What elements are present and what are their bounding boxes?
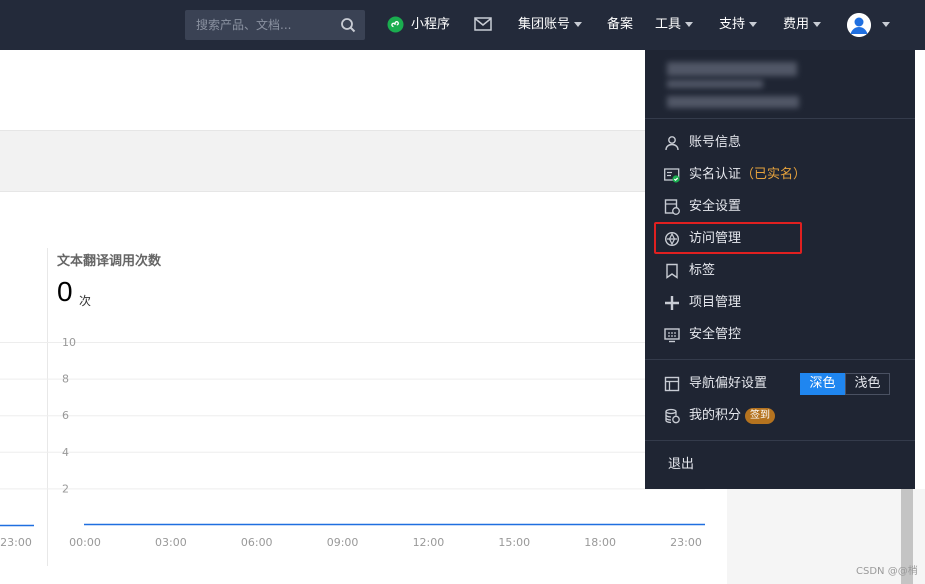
x-tick-label: 18:00 bbox=[584, 536, 616, 549]
x-tick-label: 06:00 bbox=[241, 536, 273, 549]
y-tick-label: 10 bbox=[62, 336, 76, 349]
y-tick-label: 6 bbox=[62, 409, 69, 422]
menu-item-security-settings[interactable]: 安全设置 bbox=[645, 191, 915, 223]
menu-divider bbox=[645, 118, 915, 119]
x-tick-label: 03:00 bbox=[155, 536, 187, 549]
logout-button[interactable]: 退出 bbox=[668, 449, 694, 481]
chart-total-value: 0 bbox=[57, 276, 73, 307]
tools-menu[interactable]: 工具 bbox=[655, 0, 694, 50]
y-tick-label: 8 bbox=[62, 373, 69, 386]
chevron-down-icon[interactable] bbox=[882, 22, 890, 27]
left-chart-x-tick-label: 23:00 bbox=[0, 536, 32, 549]
menu-item-label-group: 实名认证（已实名） bbox=[689, 159, 806, 191]
user-dropdown-menu: 账号信息 实名认证（已实名） 安全设置 访问管理 标签 项目管理 安全管控 导航… bbox=[645, 50, 915, 489]
menu-item-account-info[interactable]: 账号信息 bbox=[645, 127, 915, 159]
mail-icon[interactable] bbox=[474, 17, 492, 31]
menu-item-tags[interactable]: 标签 bbox=[645, 255, 915, 287]
billing-label: 费用 bbox=[783, 17, 810, 32]
id-card-verified-icon bbox=[664, 168, 680, 183]
menu-item-label: 账号信息 bbox=[689, 135, 742, 150]
menu-item-real-name[interactable]: 实名认证（已实名） bbox=[645, 159, 915, 191]
x-tick-label: 12:00 bbox=[413, 536, 445, 549]
menu-item-label: 我的积分 bbox=[689, 408, 742, 423]
menu-item-label: 实名认证 bbox=[689, 167, 742, 182]
menu-item-label: 安全设置 bbox=[689, 199, 742, 214]
verified-tag: （已实名） bbox=[741, 167, 807, 182]
y-tick-label: 4 bbox=[62, 446, 69, 459]
filing-link[interactable]: 备案 bbox=[607, 0, 633, 50]
menu-divider bbox=[645, 440, 915, 441]
group-account-menu[interactable]: 集团账号 bbox=[518, 0, 583, 50]
search-input[interactable] bbox=[185, 10, 335, 40]
support-menu[interactable]: 支持 bbox=[719, 0, 758, 50]
blurred-account-name bbox=[667, 62, 797, 76]
top-navigation-bar: 小程序 集团账号 备案 工具 支持 费用 bbox=[0, 0, 925, 50]
blurred-account-id bbox=[667, 96, 799, 108]
user-icon bbox=[665, 136, 679, 151]
mini-program-icon[interactable] bbox=[387, 16, 404, 33]
search-icon[interactable] bbox=[340, 17, 356, 33]
x-tick-label: 15:00 bbox=[498, 536, 530, 549]
support-label: 支持 bbox=[719, 17, 746, 32]
theme-light-option[interactable]: 浅色 bbox=[845, 373, 890, 395]
project-icon bbox=[665, 296, 679, 310]
bookmark-icon bbox=[666, 263, 678, 279]
blurred-account-line bbox=[667, 80, 763, 88]
group-account-label: 集团账号 bbox=[518, 17, 571, 32]
menu-item-label: 安全管控 bbox=[689, 327, 742, 342]
points-coin-icon bbox=[665, 408, 680, 424]
billing-menu[interactable]: 费用 bbox=[783, 0, 822, 50]
check-in-badge[interactable]: 签到 bbox=[745, 408, 775, 424]
avatar[interactable] bbox=[847, 13, 871, 37]
menu-item-security-control[interactable]: 安全管控 bbox=[645, 319, 915, 351]
chart-total-unit: 次 bbox=[79, 294, 92, 308]
security-control-icon bbox=[664, 328, 680, 343]
chevron-down-icon bbox=[749, 22, 758, 27]
search-box[interactable] bbox=[185, 10, 365, 40]
chart-title: 文本翻译调用次数 bbox=[57, 254, 162, 269]
content-band bbox=[0, 130, 645, 192]
menu-item-nav-preference[interactable]: 导航偏好设置 bbox=[645, 368, 795, 400]
menu-item-label: 项目管理 bbox=[689, 295, 742, 310]
menu-item-my-points[interactable]: 我的积分 bbox=[645, 400, 745, 432]
theme-dark-option[interactable]: 深色 bbox=[800, 373, 845, 395]
chevron-down-icon bbox=[574, 22, 583, 27]
tools-label: 工具 bbox=[655, 17, 682, 32]
x-tick-label: 23:00 bbox=[670, 536, 702, 549]
shield-settings-icon bbox=[664, 199, 680, 215]
menu-item-access-management[interactable]: 访问管理 bbox=[645, 223, 915, 255]
menu-item-project-management[interactable]: 项目管理 bbox=[645, 287, 915, 319]
menu-divider bbox=[645, 359, 915, 360]
menu-item-label: 标签 bbox=[689, 263, 716, 278]
x-tick-label: 00:00 bbox=[69, 536, 101, 549]
y-tick-label: 2 bbox=[62, 482, 69, 495]
chevron-down-icon bbox=[685, 22, 694, 27]
menu-item-label: 访问管理 bbox=[689, 231, 742, 246]
theme-toggle[interactable]: 深色 浅色 bbox=[800, 373, 890, 395]
x-tick-label: 09:00 bbox=[327, 536, 359, 549]
chevron-down-icon bbox=[813, 22, 822, 27]
usage-line-chart: 10 8 6 4 2 00:00 03:00 06:00 09:00 12:00 15:00 18:0… bbox=[0, 336, 705, 549]
watermark: CSDN @@梢 bbox=[856, 566, 918, 577]
user-avatar-icon bbox=[847, 13, 871, 37]
menu-item-label: 导航偏好设置 bbox=[689, 376, 768, 391]
mini-program-link[interactable]: 小程序 bbox=[411, 0, 450, 50]
layout-icon bbox=[664, 376, 680, 392]
access-management-icon bbox=[664, 231, 680, 247]
